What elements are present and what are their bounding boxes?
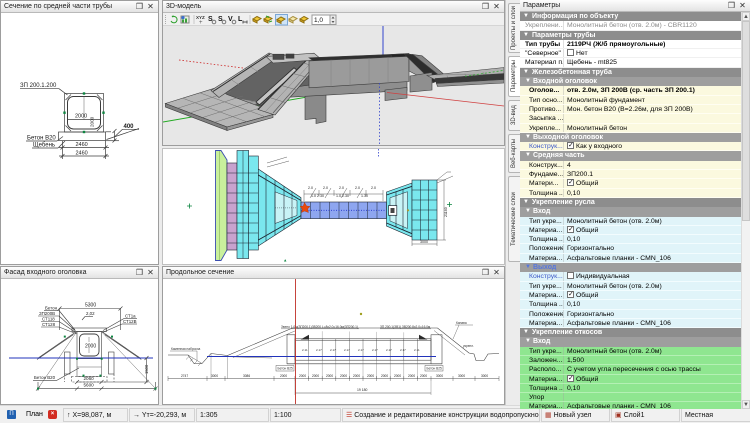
svg-text:2060: 2060 bbox=[84, 376, 95, 381]
svg-text:1.0 2.30: 1.0 2.30 bbox=[336, 194, 349, 198]
svg-text:1500: 1500 bbox=[144, 364, 149, 374]
svg-text:3000: 3000 bbox=[458, 374, 465, 378]
svg-text:Бетон: Бетон bbox=[45, 306, 58, 311]
svg-text:Каменная набросха: Каменная набросха bbox=[171, 347, 201, 351]
svg-text:2,02: 2,02 bbox=[86, 311, 95, 316]
svg-text:Звено 1.0м(ЗП200.1)ЗВ200 L=8х2: Звено 1.0м(ЗП200.1)ЗВ200 L=8х2.0=16.0м(З… bbox=[281, 325, 358, 329]
svg-text:21160: 21160 bbox=[444, 207, 448, 217]
svg-text:2.0: 2.0 bbox=[371, 186, 376, 190]
svg-text:L: L bbox=[238, 16, 243, 23]
svg-text:2460: 2460 bbox=[76, 142, 88, 148]
svg-text:2.0: 2.0 bbox=[323, 186, 328, 190]
svg-text:2000: 2000 bbox=[408, 374, 415, 378]
svg-text:2000: 2000 bbox=[75, 114, 87, 120]
svg-text:2000: 2000 bbox=[326, 374, 333, 378]
svg-text:СТ12В: СТ12В bbox=[123, 319, 137, 324]
svg-text:2000: 2000 bbox=[420, 374, 427, 378]
svg-text:укрепл.: укрепл. bbox=[463, 344, 474, 348]
svg-text:2.17: 2.17 bbox=[330, 348, 336, 352]
svg-text:Бетон В25: Бетон В25 bbox=[278, 367, 293, 371]
svg-text:ЗП 200.1(ЗВ1) ЗВ200.8х2.0=16.0: ЗП 200.1(ЗВ1) ЗВ200.8х2.0=16.0м bbox=[380, 325, 430, 329]
svg-text:1.0 2.30: 1.0 2.30 bbox=[311, 194, 324, 198]
svg-text:Бетон В20: Бетон В20 bbox=[27, 136, 56, 142]
svg-text:2000: 2000 bbox=[394, 374, 401, 378]
svg-text:2747: 2747 bbox=[181, 374, 188, 378]
svg-text:Бетон В20: Бетон В20 bbox=[34, 375, 56, 380]
svg-text:2000: 2000 bbox=[90, 116, 95, 127]
svg-text:2000: 2000 bbox=[312, 374, 319, 378]
svg-text:2.17: 2.17 bbox=[358, 348, 364, 352]
svg-text:2.0: 2.0 bbox=[339, 186, 344, 190]
svg-text:1.30: 1.30 bbox=[361, 194, 368, 198]
svg-text:19 180: 19 180 bbox=[357, 388, 367, 392]
svg-text:2.17: 2.17 bbox=[372, 348, 378, 352]
svg-text:3086: 3086 bbox=[243, 374, 250, 378]
svg-text:Канава: Канава bbox=[456, 321, 467, 325]
svg-text:3000: 3000 bbox=[420, 240, 428, 244]
svg-text:2000: 2000 bbox=[353, 374, 360, 378]
svg-text:3000: 3000 bbox=[211, 374, 218, 378]
svg-text:5300: 5300 bbox=[85, 303, 96, 309]
svg-text:ЗП200В: ЗП200В bbox=[39, 311, 55, 316]
svg-text:2.17: 2.17 bbox=[316, 348, 322, 352]
svg-text:Щебень: Щебень bbox=[33, 143, 55, 149]
svg-text:2000: 2000 bbox=[340, 374, 347, 378]
svg-text:СТ1а: СТ1а bbox=[125, 314, 136, 319]
svg-text:2000: 2000 bbox=[85, 344, 96, 350]
svg-text:СТ118: СТ118 bbox=[42, 317, 55, 322]
svg-text:5600: 5600 bbox=[84, 383, 95, 388]
svg-text:2460: 2460 bbox=[76, 151, 88, 157]
svg-text:Бетон В25: Бетон В25 bbox=[427, 367, 442, 371]
svg-text:3000: 3000 bbox=[436, 374, 443, 378]
svg-text:2.17: 2.17 bbox=[386, 348, 392, 352]
svg-text:2.11: 2.11 bbox=[414, 348, 420, 352]
svg-text:3000: 3000 bbox=[481, 374, 488, 378]
svg-text:СТ128: СТ128 bbox=[42, 322, 56, 327]
svg-text:2000: 2000 bbox=[280, 374, 287, 378]
svg-text:1,0: 1,0 bbox=[314, 17, 323, 24]
svg-text:2000: 2000 bbox=[367, 374, 374, 378]
svg-text:2.0: 2.0 bbox=[355, 186, 360, 190]
svg-text:2000: 2000 bbox=[381, 374, 388, 378]
svg-text:2000: 2000 bbox=[299, 374, 306, 378]
svg-text:ЗП 200.1.200: ЗП 200.1.200 bbox=[20, 83, 57, 89]
svg-text:2.17: 2.17 bbox=[344, 348, 350, 352]
svg-text:2.11: 2.11 bbox=[302, 348, 308, 352]
svg-text:2.17: 2.17 bbox=[400, 348, 406, 352]
svg-text:2.0: 2.0 bbox=[308, 186, 313, 190]
